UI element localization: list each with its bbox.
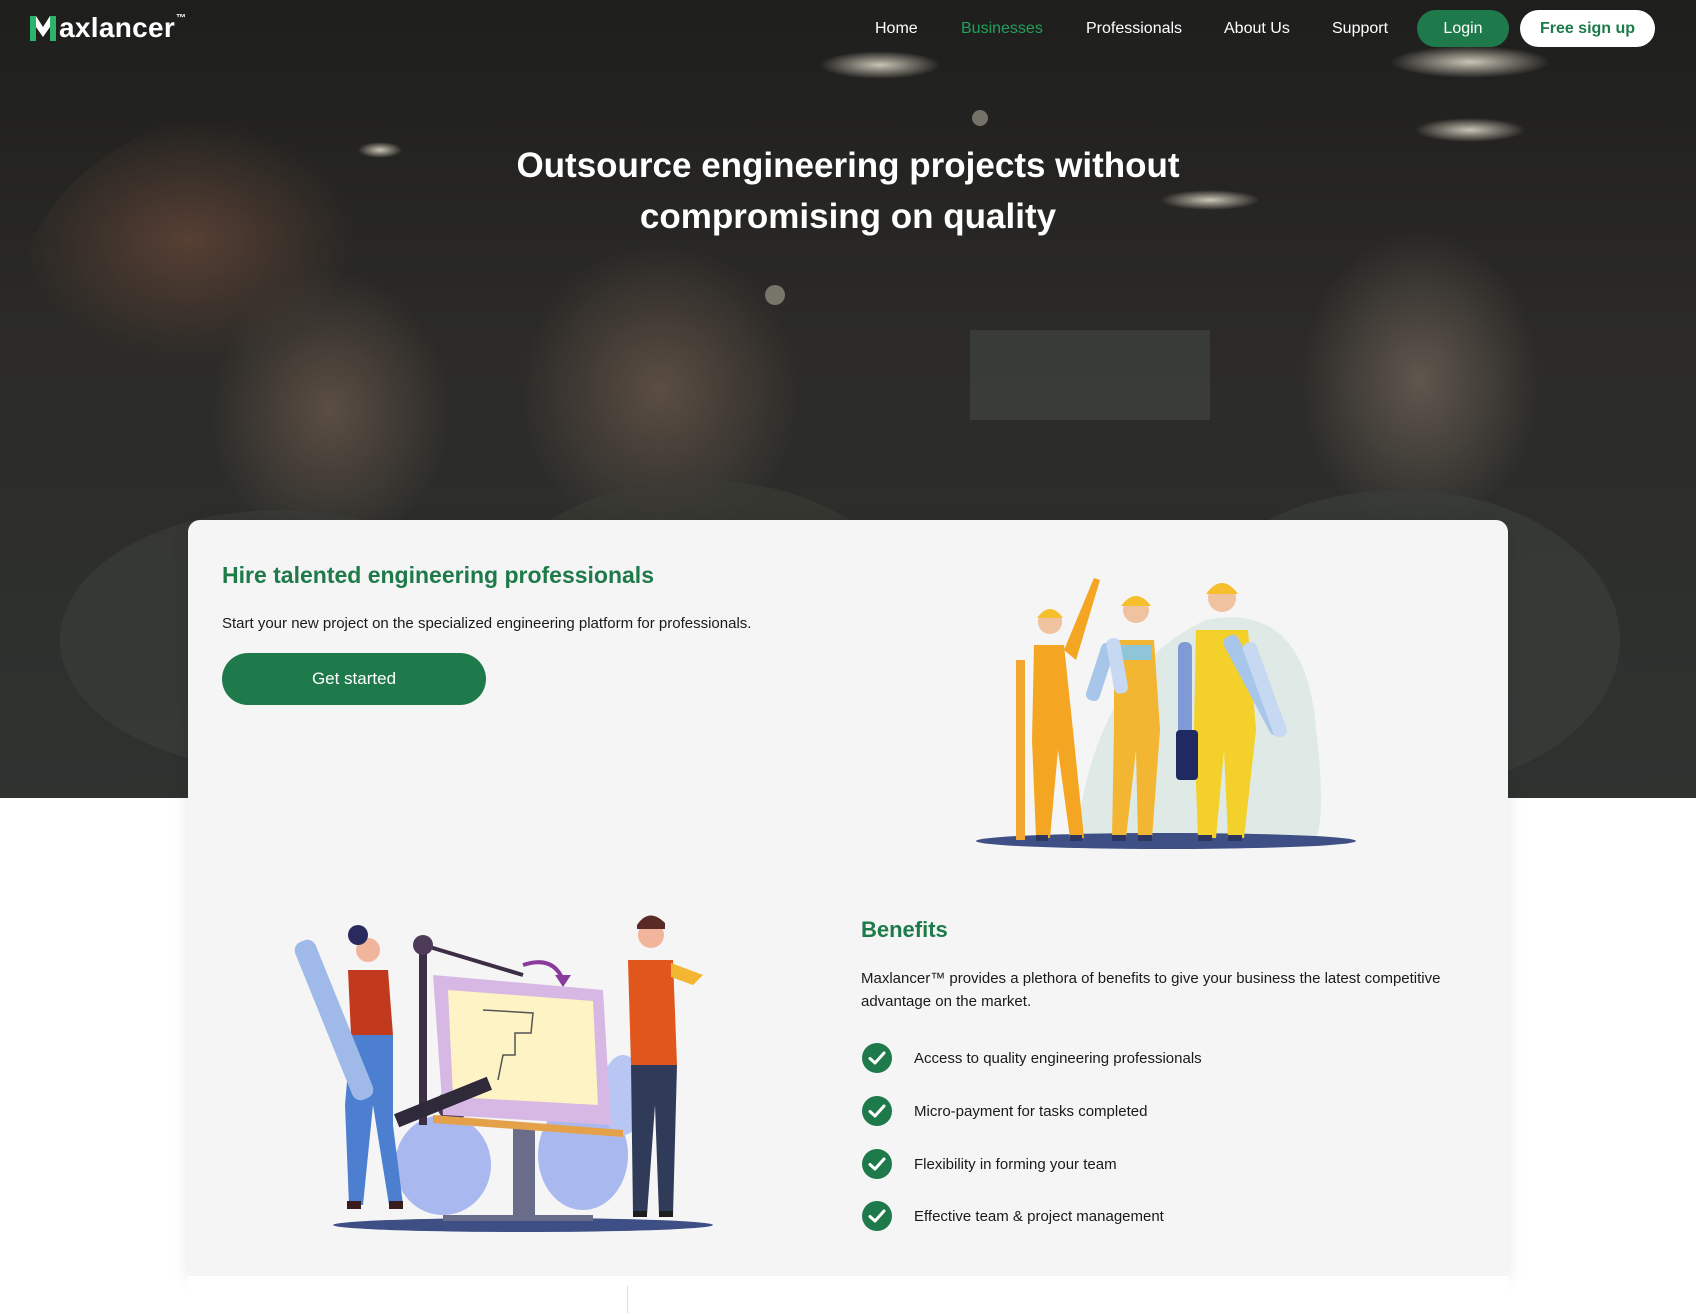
- nav-home[interactable]: Home: [875, 20, 918, 38]
- logo-trademark: ™: [176, 12, 187, 24]
- drafting-illustration: [294, 915, 713, 1232]
- free-signup-button[interactable]: Free sign up: [1520, 10, 1655, 47]
- benefit-item: Flexibility in forming your team: [861, 1148, 1117, 1180]
- hero-title-line-2: compromising on quality: [639, 197, 1057, 236]
- brand-logo[interactable]: axlancer ™: [28, 12, 186, 44]
- benefit-item: Micro-payment for tasks completed: [861, 1095, 1147, 1127]
- hero-title: Outsource engineering projects without c…: [448, 140, 1248, 242]
- next-section-panel: [188, 1276, 1508, 1313]
- nav-support[interactable]: Support: [1332, 20, 1388, 38]
- benefit-item: Effective team & project management: [861, 1200, 1164, 1232]
- benefit-text: Access to quality engineering profession…: [914, 1049, 1202, 1067]
- benefit-text: Effective team & project management: [914, 1207, 1164, 1225]
- benefit-text: Flexibility in forming your team: [914, 1155, 1117, 1173]
- nav-businesses[interactable]: Businesses: [961, 20, 1043, 38]
- hire-subtitle: Start your new project on the specialize…: [222, 615, 752, 632]
- check-circle-icon: [862, 1096, 892, 1126]
- benefit-text: Micro-payment for tasks completed: [914, 1102, 1148, 1120]
- check-circle-icon: [862, 1043, 892, 1073]
- benefits-description: Maxlancer™ provides a plethora of benefi…: [861, 970, 1441, 1010]
- hire-card: Hire talented engineering professionals …: [188, 520, 1508, 1276]
- hire-title: Hire talented engineering professionals: [222, 562, 654, 588]
- check-circle-icon: [862, 1201, 892, 1231]
- maxlancer-logo-icon: [30, 16, 56, 41]
- nav-about-us[interactable]: About Us: [1224, 20, 1290, 38]
- section-divider: [627, 1286, 628, 1313]
- benefit-item: Access to quality engineering profession…: [861, 1042, 1202, 1074]
- nav-professionals[interactable]: Professionals: [1086, 20, 1182, 38]
- logo-text: axlancer: [59, 12, 176, 43]
- workers-illustration: [976, 578, 1356, 849]
- check-circle-icon: [862, 1149, 892, 1179]
- benefits-title: Benefits: [861, 917, 948, 942]
- login-button[interactable]: Login: [1417, 10, 1509, 47]
- hero-title-line-1: Outsource engineering projects without: [516, 146, 1180, 185]
- get-started-button[interactable]: Get started: [222, 653, 486, 705]
- top-navbar: axlancer ™ Home Businesses Professionals…: [0, 0, 1696, 58]
